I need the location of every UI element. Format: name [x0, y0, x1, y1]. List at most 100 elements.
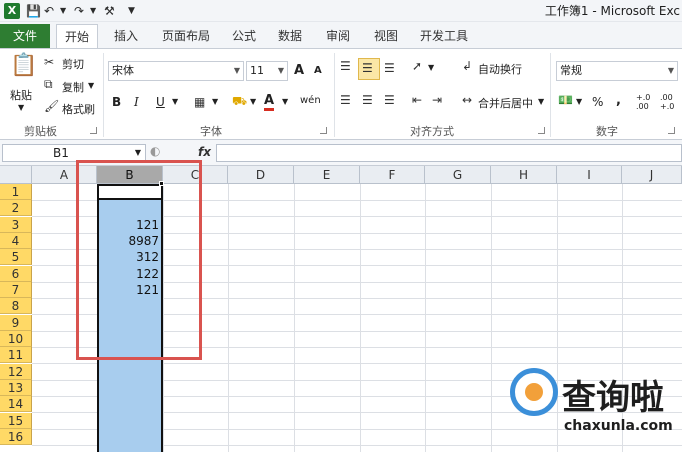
alignment-launcher-icon[interactable]: [538, 127, 545, 134]
column-header-e[interactable]: E: [294, 166, 360, 184]
clipboard-launcher-icon[interactable]: [90, 127, 97, 134]
group-separator: [334, 53, 335, 137]
column-header-j[interactable]: J: [622, 166, 682, 184]
chevron-down-icon: ▼: [277, 66, 284, 75]
row-header-1[interactable]: 1: [0, 184, 32, 200]
wrap-text-button[interactable]: 自动换行: [478, 61, 522, 77]
percent-button[interactable]: %: [592, 95, 603, 109]
number-format-select[interactable]: 常规 ▼: [556, 61, 678, 81]
column-header-d[interactable]: D: [228, 166, 294, 184]
column-header-g[interactable]: G: [425, 166, 491, 184]
paste-icon[interactable]: 📋: [10, 53, 37, 83]
column-header-f[interactable]: F: [360, 166, 425, 184]
decrease-decimal-button[interactable]: .00 +.0: [660, 93, 682, 111]
group-separator: [550, 53, 551, 137]
tab-developer[interactable]: 开发工具: [412, 24, 476, 48]
paste-button[interactable]: 粘贴: [10, 87, 32, 103]
redo-dropdown-icon[interactable]: ▼: [90, 2, 96, 20]
row-header-13[interactable]: 13: [0, 380, 32, 396]
increase-decimal-button[interactable]: +.0 .00: [636, 93, 658, 111]
italic-button[interactable]: I: [134, 95, 139, 109]
window-title: 工作簿1 - Microsoft Exc: [544, 4, 680, 18]
copy-icon[interactable]: ⧉: [44, 77, 53, 92]
tab-view[interactable]: 视图: [366, 24, 406, 48]
formula-input[interactable]: [216, 144, 682, 162]
merge-dropdown-icon[interactable]: ▼: [538, 97, 544, 106]
redo-icon[interactable]: ↷: [74, 2, 84, 20]
ribbon: 📋 粘贴 ▼ ✂ 剪切 ⧉ 复制 ▼ 🖌 格式刷 剪贴板 宋体 ▼ 11 ▼ A…: [0, 48, 682, 140]
format-painter-button[interactable]: 格式刷: [62, 101, 95, 117]
shrink-font-button[interactable]: A: [314, 65, 322, 76]
number-launcher-icon[interactable]: [668, 127, 675, 134]
row-header-8[interactable]: 8: [0, 298, 32, 314]
merge-center-icon[interactable]: ↔: [462, 93, 472, 107]
row-header-14[interactable]: 14: [0, 396, 32, 412]
undo-icon[interactable]: ↶: [44, 2, 54, 20]
cut-button[interactable]: 剪切: [62, 56, 84, 72]
align-middle-icon: ☰: [362, 61, 373, 75]
bold-button[interactable]: B: [112, 95, 121, 109]
font-name-select[interactable]: 宋体 ▼: [108, 61, 244, 81]
row-header-4[interactable]: 4: [0, 233, 32, 249]
row-header-12[interactable]: 12: [0, 364, 32, 380]
align-bottom-icon[interactable]: ☰: [384, 61, 395, 75]
chevron-down-icon: ▼: [667, 66, 674, 75]
copy-button[interactable]: 复制: [62, 79, 84, 95]
column-header-h[interactable]: H: [491, 166, 557, 184]
column-header-i[interactable]: I: [557, 166, 622, 184]
row-header-10[interactable]: 10: [0, 331, 32, 347]
borders-icon[interactable]: ▦: [194, 95, 205, 109]
align-top-icon[interactable]: ☰: [340, 59, 351, 73]
row-header-6[interactable]: 6: [0, 266, 32, 282]
font-color-dropdown-icon[interactable]: ▼: [282, 97, 288, 106]
orientation-icon[interactable]: ➚: [412, 59, 422, 73]
row-header-11[interactable]: 11: [0, 347, 32, 363]
fill-color-dropdown-icon[interactable]: ▼: [250, 97, 256, 106]
grow-font-button[interactable]: A: [294, 63, 304, 78]
decrease-indent-icon[interactable]: ⇤: [412, 93, 422, 107]
row-header-2[interactable]: 2: [0, 200, 32, 216]
paste-dropdown-icon[interactable]: ▼: [18, 103, 24, 112]
tab-formulas[interactable]: 公式: [224, 24, 264, 48]
align-left-icon[interactable]: ☰: [340, 93, 351, 107]
tab-page-layout[interactable]: 页面布局: [154, 24, 218, 48]
comma-button[interactable]: ,: [616, 93, 621, 108]
fill-color-icon[interactable]: ⛟: [232, 94, 247, 110]
row-header-16[interactable]: 16: [0, 429, 32, 445]
font-launcher-icon[interactable]: [320, 127, 327, 134]
phonetic-button[interactable]: wén: [300, 95, 321, 106]
undo-dropdown-icon[interactable]: ▼: [60, 2, 66, 20]
row-header-7[interactable]: 7: [0, 282, 32, 298]
row-header-3[interactable]: 3: [0, 217, 32, 233]
save-icon[interactable]: 💾: [26, 2, 41, 20]
tab-file[interactable]: 文件: [0, 24, 50, 48]
row-header-5[interactable]: 5: [0, 249, 32, 265]
insert-function-button[interactable]: fx: [198, 145, 211, 159]
underline-dropdown-icon[interactable]: ▼: [172, 97, 178, 106]
font-size-select[interactable]: 11 ▼: [246, 61, 288, 81]
underline-button[interactable]: U: [156, 95, 165, 109]
select-all-corner[interactable]: [0, 166, 32, 184]
tools-icon[interactable]: ⚒: [104, 2, 115, 20]
tab-review[interactable]: 审阅: [318, 24, 358, 48]
copy-dropdown-icon[interactable]: ▼: [88, 81, 94, 90]
formula-bar-divider-icon: ◐: [150, 144, 161, 158]
format-painter-icon[interactable]: 🖌: [44, 99, 59, 113]
increase-indent-icon[interactable]: ⇥: [432, 93, 442, 107]
tab-insert[interactable]: 插入: [106, 24, 146, 48]
currency-icon[interactable]: 💵: [558, 93, 573, 107]
tab-home[interactable]: 开始: [56, 24, 99, 48]
row-header-9[interactable]: 9: [0, 315, 32, 331]
align-center-icon[interactable]: ☰: [362, 93, 373, 107]
merge-center-button[interactable]: 合并后居中: [478, 95, 533, 111]
row-header-15[interactable]: 15: [0, 413, 32, 429]
wrap-text-icon[interactable]: ↲: [462, 59, 472, 73]
currency-dropdown-icon[interactable]: ▼: [576, 97, 582, 106]
customize-qat-icon[interactable]: ▼: [128, 2, 135, 20]
tab-data[interactable]: 数据: [270, 24, 310, 48]
align-right-icon[interactable]: ☰: [384, 93, 395, 107]
font-color-button[interactable]: A: [264, 94, 275, 111]
borders-dropdown-icon[interactable]: ▼: [212, 97, 218, 106]
orientation-dropdown-icon[interactable]: ▼: [428, 63, 434, 72]
scissors-icon[interactable]: ✂: [44, 55, 54, 69]
